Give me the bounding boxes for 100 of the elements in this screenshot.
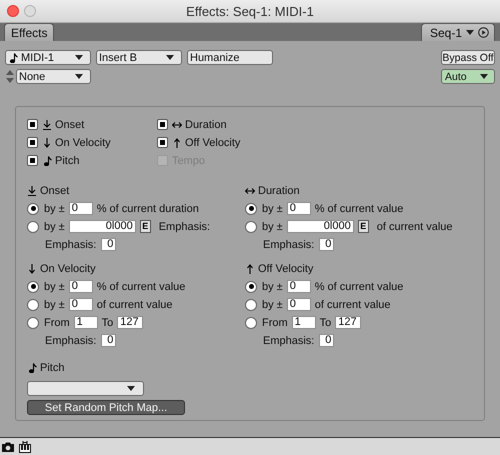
option-label: To [320, 316, 332, 328]
radio-button[interactable] [27, 202, 39, 214]
piano-icon[interactable] [19, 440, 31, 452]
option-label: % of current value [96, 280, 186, 292]
music-note-icon [42, 156, 52, 166]
window-title: Effects: Seq-1: MIDI-1 [185, 4, 315, 18]
option-label: % of current value [314, 202, 404, 214]
option-label: by ± [44, 280, 65, 292]
caret-icon [127, 386, 135, 391]
emphasis-field[interactable]: 0 [101, 334, 116, 347]
emphasis-field[interactable]: 0 [101, 238, 116, 251]
emphasis-field[interactable]: 0 [319, 334, 334, 347]
section-title: Duration [258, 184, 300, 196]
number-field[interactable]: 0 [286, 202, 311, 215]
caret-icon [480, 74, 488, 79]
number-field[interactable]: 0 [286, 298, 311, 311]
emphasis-label: Emphasis: [45, 334, 96, 346]
radio-button[interactable] [27, 316, 39, 328]
option-label: Emphasis: [158, 220, 210, 232]
caret-icon [75, 74, 83, 79]
time-field[interactable]: 0l000 [286, 220, 354, 233]
radio-button[interactable] [245, 298, 257, 310]
up-arrow-icon [172, 138, 182, 148]
number-field[interactable]: 127 [335, 316, 362, 329]
option-label: of current value [314, 298, 391, 310]
checkbox-label: Onset [55, 118, 84, 130]
arrow-to-line-icon [27, 186, 37, 196]
preset-dropdown[interactable]: None [16, 69, 91, 84]
radio-button[interactable] [27, 220, 39, 232]
number-field[interactable]: 127 [117, 316, 144, 329]
radio-button[interactable] [245, 280, 257, 292]
checkbox-label: Pitch [55, 154, 80, 166]
option-label: by ± [262, 220, 283, 232]
radio-button[interactable] [27, 280, 39, 292]
checkbox[interactable] [157, 119, 168, 130]
checkbox-label: Duration [185, 118, 227, 130]
double-arrow-icon [172, 120, 182, 130]
number-field[interactable]: 1 [292, 316, 316, 329]
e-button[interactable]: E [358, 220, 369, 233]
option-label: % of current duration [96, 202, 199, 214]
music-note-icon [8, 52, 18, 62]
checkbox[interactable] [27, 119, 38, 130]
e-button[interactable]: E [140, 220, 151, 233]
checkbox-label: On Velocity [55, 136, 111, 148]
play-icon[interactable] [478, 27, 489, 38]
option-label: From [44, 316, 70, 328]
option-label: by ± [44, 220, 65, 232]
option-label: by ± [44, 298, 65, 310]
option-label: by ± [262, 280, 283, 292]
checkbox[interactable] [157, 137, 168, 148]
option-label: % of current value [314, 280, 404, 292]
plugin-button[interactable]: Humanize [187, 50, 273, 65]
pitch-map-button[interactable]: Set Random Pitch Map... [27, 400, 185, 415]
double-arrow-icon [245, 186, 255, 196]
track-dropdown[interactable]: MIDI-1 [5, 50, 91, 65]
radio-button[interactable] [245, 220, 257, 232]
radio-button[interactable] [27, 298, 39, 310]
sequence-menu[interactable]: Seq-1 [430, 26, 462, 40]
option-label: by ± [262, 298, 283, 310]
number-field[interactable]: 0 [68, 202, 93, 215]
checkbox[interactable] [27, 137, 38, 148]
down-arrow-icon [27, 264, 37, 274]
option-label: of current value [96, 298, 173, 310]
number-field[interactable]: 0 [286, 280, 311, 293]
close-button[interactable] [7, 5, 19, 17]
caret-icon [466, 30, 474, 35]
down-arrow-icon [42, 138, 52, 148]
emphasis-field[interactable]: 0 [319, 238, 334, 251]
emphasis-label: Emphasis: [263, 334, 314, 346]
radio-button[interactable] [245, 316, 257, 328]
radio-button[interactable] [245, 202, 257, 214]
option-label: by ± [44, 202, 65, 214]
number-field[interactable]: 0 [68, 280, 93, 293]
emphasis-label: Emphasis: [45, 238, 96, 250]
up-arrow-icon [245, 264, 255, 274]
time-field[interactable]: 0l000 [68, 220, 136, 233]
section-title: Pitch [40, 362, 64, 374]
option-label: From [262, 316, 288, 328]
checkbox-label: Off Velocity [185, 136, 240, 148]
section-title: On Velocity [40, 262, 96, 274]
tab[interactable]: Effects [4, 23, 54, 41]
up-down-arrows-icon[interactable] [6, 70, 14, 83]
option-label: of current value [376, 220, 453, 232]
bypass-button[interactable]: Bypass Off [441, 50, 495, 65]
caret-icon [75, 55, 83, 60]
emphasis-label: Emphasis: [263, 238, 314, 250]
music-note-icon [27, 362, 37, 372]
checkbox[interactable] [27, 155, 38, 166]
arrow-to-line-icon [42, 120, 52, 130]
camera-icon[interactable] [2, 442, 14, 452]
section-title: Onset [40, 184, 70, 196]
insert-dropdown[interactable]: Insert B [96, 50, 182, 65]
number-field[interactable]: 0 [68, 298, 93, 311]
automation-dropdown[interactable]: Auto [441, 69, 495, 84]
pitch-dropdown[interactable] [27, 381, 144, 396]
number-field[interactable]: 1 [74, 316, 98, 329]
caret-icon [166, 55, 174, 60]
option-label: To [102, 316, 114, 328]
option-label: by ± [262, 202, 283, 214]
section-title: Off Velocity [258, 262, 314, 274]
